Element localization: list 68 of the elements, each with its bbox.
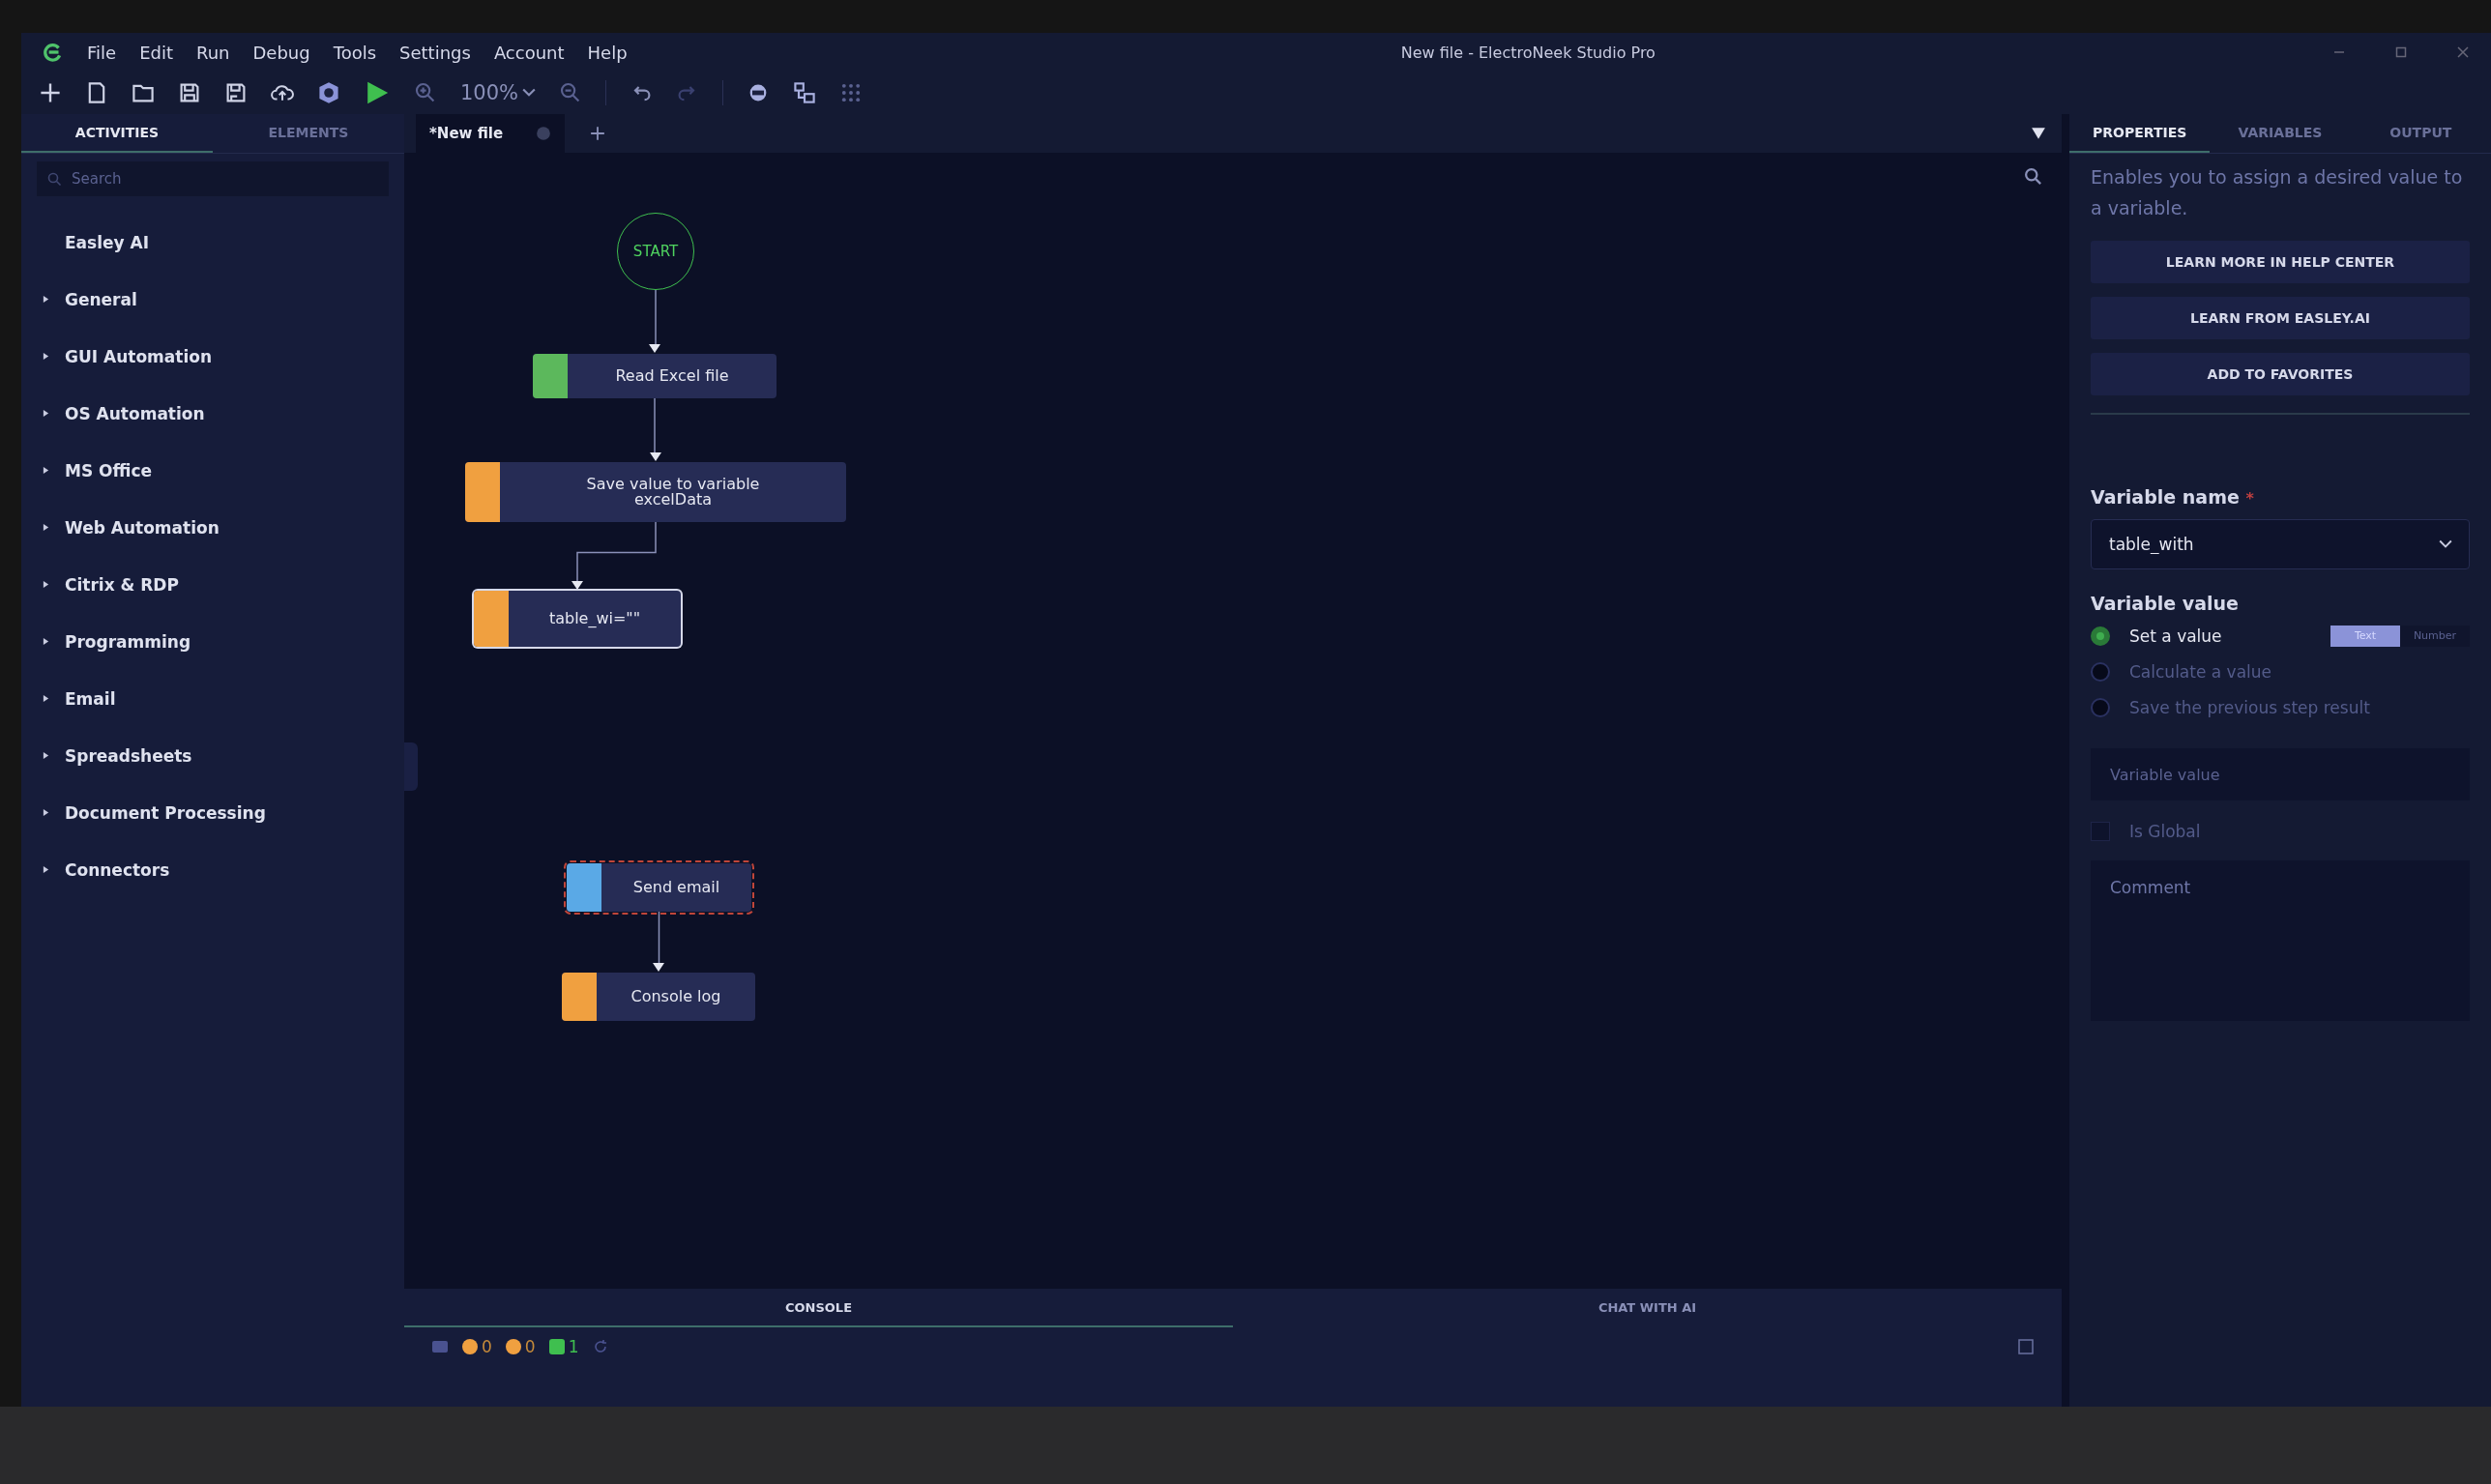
panel-tab[interactable]: PROPERTIES: [2069, 114, 2211, 153]
panel-button[interactable]: ADD TO FAVORITES: [2091, 353, 2470, 395]
flow-node[interactable]: Read Excel file: [533, 354, 777, 398]
field-label: Variable value: [2091, 593, 2240, 614]
activity-category[interactable]: Programming: [43, 613, 404, 670]
search-icon[interactable]: [2023, 166, 2042, 186]
maximize-icon[interactable]: [2394, 45, 2408, 59]
activity-category[interactable]: Easley AI: [43, 214, 404, 271]
radio-label[interactable]: Set a value: [2129, 626, 2222, 646]
save-icon[interactable]: [178, 81, 201, 104]
activity-category[interactable]: Document Processing: [43, 784, 404, 841]
menu-item[interactable]: Settings: [399, 42, 471, 63]
close-icon[interactable]: [2456, 45, 2470, 59]
radio-button[interactable]: [2091, 661, 2110, 682]
panel-button[interactable]: LEARN FROM EASLEY.AI: [2091, 297, 2470, 339]
activity-category[interactable]: Connectors: [43, 841, 404, 898]
activity-category[interactable]: Email: [43, 670, 404, 727]
variable-name-field[interactable]: table_with: [2091, 519, 2470, 569]
checkbox-icon[interactable]: [2017, 1339, 2035, 1354]
search-field[interactable]: Search: [37, 161, 389, 196]
panel-tab[interactable]: VARIABLES: [2210, 114, 2351, 153]
panel-tab[interactable]: OUTPUT: [2350, 114, 2491, 153]
zoom-level-dropdown[interactable]: 100%: [460, 81, 537, 104]
activity-category[interactable]: Web Automation: [43, 499, 404, 556]
window-title: New file - ElectroNeek Studio Pro: [1399, 43, 1656, 62]
field-label: Variable name: [2091, 486, 2240, 508]
menu-item[interactable]: Tools: [333, 42, 377, 63]
flow-node[interactable]: Save value to variable excelData: [465, 462, 846, 522]
menu-item[interactable]: Help: [587, 42, 628, 63]
filter-icon[interactable]: [2031, 126, 2046, 141]
console-tab[interactable]: CHAT WITH AI: [1233, 1289, 2062, 1327]
panel-tab[interactable]: ACTIVITIES: [21, 114, 213, 153]
description-text: Enables you to assign a desired value to a variable.: [2091, 165, 2464, 220]
console-tab[interactable]: CONSOLE: [404, 1289, 1233, 1327]
activity-category[interactable]: GUI Automation: [43, 328, 404, 385]
required-mark: *: [2245, 489, 2254, 508]
activity-category[interactable]: Citrix & RDP: [43, 556, 404, 613]
activity-category[interactable]: Spreadsheets: [43, 727, 404, 784]
menu-item[interactable]: Account: [493, 42, 565, 63]
comment-field[interactable]: Comment: [2091, 860, 2470, 1021]
activity-category[interactable]: MS Office: [43, 442, 404, 499]
zoom-in-icon[interactable]: [414, 81, 437, 104]
menu-item[interactable]: Debug: [252, 42, 310, 63]
caret-icon: [522, 88, 537, 98]
flow-node[interactable]: Console log: [562, 973, 755, 1021]
warning-count[interactable]: 0: [505, 1337, 536, 1356]
activity-category[interactable]: General: [43, 271, 404, 328]
flow-node[interactable]: Send email: [567, 863, 751, 912]
panel-button[interactable]: LEARN MORE IN HELP CENTER: [2091, 241, 2470, 283]
menu-item[interactable]: Edit: [139, 42, 173, 63]
plus-icon[interactable]: [39, 81, 62, 104]
error-count[interactable]: 0: [462, 1337, 492, 1356]
activity-category[interactable]: OS Automation: [43, 385, 404, 442]
info-count[interactable]: 1: [548, 1337, 579, 1356]
radio-button[interactable]: [2091, 626, 2110, 646]
menu-item[interactable]: File: [87, 42, 117, 63]
app-logo-icon: [43, 42, 64, 63]
variable-value-field[interactable]: Variable value: [2091, 748, 2470, 800]
chevron-down-icon: [2439, 539, 2452, 549]
checkbox[interactable]: [2091, 822, 2110, 841]
flow-node[interactable]: table_wi="": [474, 591, 681, 647]
collapse-handle[interactable]: [404, 742, 418, 791]
menu-item[interactable]: Run: [196, 42, 230, 63]
save-as-icon[interactable]: [224, 81, 248, 104]
file-tab[interactable]: *New file: [416, 114, 566, 153]
radio-button[interactable]: [2091, 697, 2110, 717]
plus-icon[interactable]: [590, 126, 606, 141]
layout-icon[interactable]: [793, 81, 817, 104]
